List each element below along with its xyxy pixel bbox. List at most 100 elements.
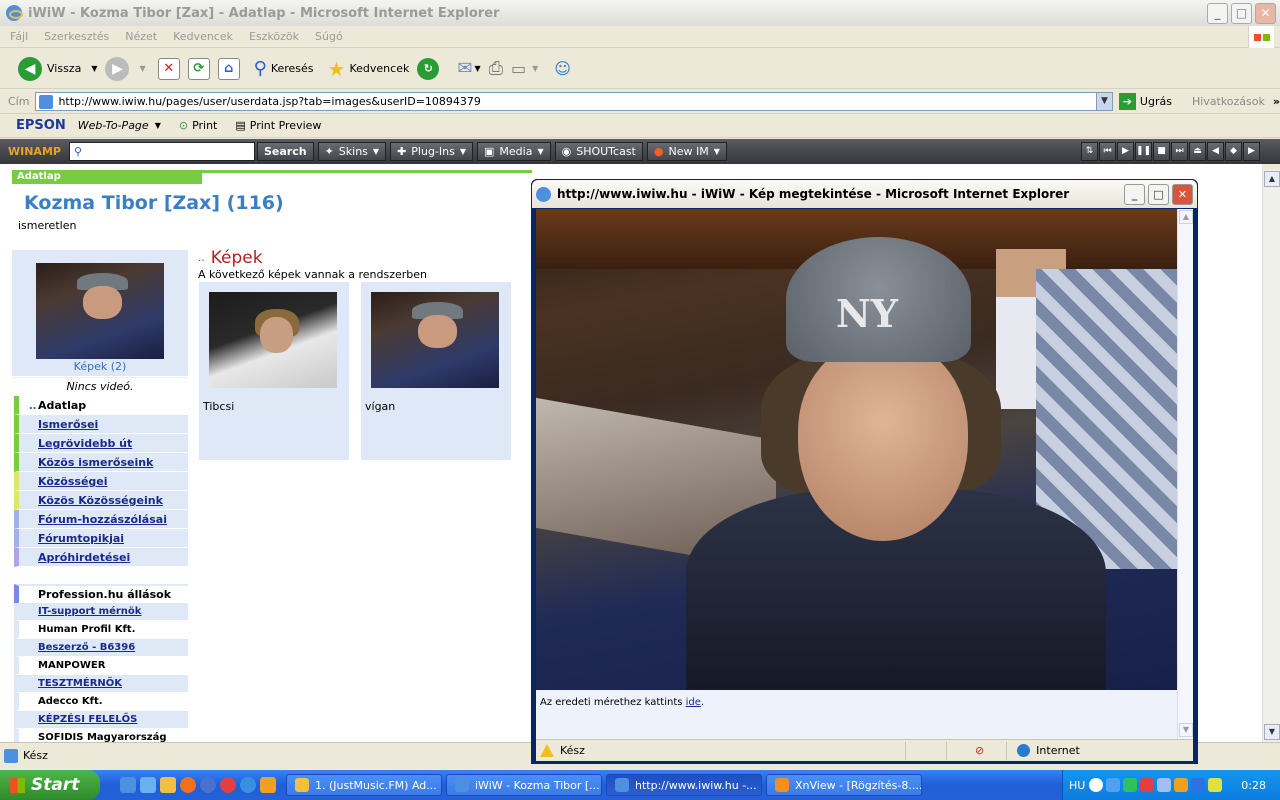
popup-scroll-down-icon[interactable]: ▼	[1179, 723, 1193, 737]
taskbar-button[interactable]: iWiW - Kozma Tibor [...	[446, 774, 602, 796]
next-track-icon[interactable]: ⏭	[1171, 142, 1188, 161]
home-icon[interactable]: ⌂	[217, 57, 240, 80]
tray-expand-icon[interactable]	[1089, 778, 1104, 792]
prev-track-icon[interactable]: ⏮	[1099, 142, 1116, 161]
epson-product[interactable]: Web-To-Page	[78, 119, 149, 132]
gallery-thumbnail[interactable]	[371, 292, 499, 388]
security-tray-icon[interactable]	[1140, 778, 1155, 792]
page-scrollbar[interactable]: ▲ ▼	[1262, 170, 1280, 742]
maximize-button[interactable]: □	[1231, 3, 1252, 24]
winamp-newim-button[interactable]: ● New IM ▼	[646, 142, 727, 161]
ie2-quicklaunch-icon[interactable]	[240, 777, 256, 793]
popup-scroll-up-icon[interactable]: ▲	[1179, 210, 1193, 224]
menu-favorites[interactable]: Kedvencek	[173, 30, 233, 43]
search-button[interactable]: ⚲ Keresés	[254, 58, 314, 79]
original-size-link[interactable]: ide	[686, 697, 701, 708]
desktop-quicklaunch-icon[interactable]	[140, 777, 156, 793]
scroll-up-icon[interactable]: ▲	[1264, 171, 1280, 187]
popup-close-button[interactable]: ✕	[1172, 183, 1193, 205]
menu-view[interactable]: Nézet	[125, 30, 157, 43]
winamp-quicklaunch-icon[interactable]	[260, 777, 276, 793]
messenger-tray-icon[interactable]	[1174, 778, 1189, 792]
pause-icon[interactable]: ❚❚	[1135, 142, 1152, 161]
job-link[interactable]: IT-support mérnök	[14, 603, 188, 621]
popup-maximize-button[interactable]: □	[1148, 183, 1169, 205]
firefox-quicklaunch-icon[interactable]	[180, 777, 196, 793]
bluetooth-tray-icon[interactable]	[1191, 778, 1206, 792]
play-icon[interactable]: ▶	[1117, 142, 1134, 161]
taskbar-button-active[interactable]: http://www.iwiw.hu -...	[606, 774, 762, 796]
history-icon[interactable]: ↻	[417, 57, 440, 80]
menu-tools[interactable]: Eszközök	[249, 30, 299, 43]
language-indicator[interactable]: HU	[1069, 779, 1085, 792]
ie-quicklaunch-icon[interactable]	[120, 777, 136, 793]
epson-dropdown-icon[interactable]: ▼	[155, 121, 161, 130]
profile-photo[interactable]	[36, 263, 164, 359]
nav-legrovidebb-ut[interactable]: Legrövidebb út	[14, 434, 188, 453]
popup-blocked-icon[interactable]: ⊘	[975, 744, 984, 757]
edit-dropdown-icon[interactable]: ▼	[532, 64, 538, 73]
print-preview-button[interactable]: Print Preview	[250, 119, 322, 132]
job-link[interactable]: KÉPZÉSI FELELŐS	[14, 711, 188, 729]
epson-print-button[interactable]: Print	[192, 119, 217, 132]
network-tray-icon[interactable]	[1106, 778, 1121, 792]
forward-button[interactable]: ▶ ▼	[105, 56, 146, 81]
forward-dropdown-icon[interactable]: ▼	[139, 64, 145, 73]
address-dropdown-icon[interactable]: ▼	[1095, 93, 1112, 110]
winamp-menu-icon[interactable]: ⇅	[1081, 142, 1098, 161]
tab-adatlap[interactable]: Adatlap	[12, 170, 202, 184]
nav-kozos-ismeroseink[interactable]: Közös ismerőseink	[14, 453, 188, 472]
nav-ismerosei[interactable]: Ismerősei	[14, 415, 188, 434]
back-button[interactable]: ◀ Vissza ▼	[18, 56, 97, 81]
winamp-search-input[interactable]: ⚲	[68, 142, 255, 161]
winamp-plugins-button[interactable]: ✚ Plug-Ins ▼	[390, 142, 473, 161]
stop-icon[interactable]: ✕	[157, 57, 180, 80]
taskbar-button[interactable]: 1. (JustMusic.FM) Ad...	[286, 774, 442, 796]
edit-icon[interactable]: ▭	[511, 59, 526, 78]
volume-tray-icon[interactable]	[1208, 778, 1223, 792]
monitor-tray-icon[interactable]	[1157, 778, 1172, 792]
clock[interactable]: 0:28	[1241, 779, 1266, 792]
mail-icon[interactable]: ✉	[457, 58, 472, 79]
gallery-thumbnail[interactable]	[209, 292, 337, 388]
scroll-down-icon[interactable]: ▼	[1264, 724, 1280, 740]
nav-adatlap[interactable]: Adatlap	[14, 396, 188, 415]
job-link[interactable]: Beszerző - B6396	[14, 639, 188, 657]
winamp-shoutcast-button[interactable]: ◉ SHOUTcast	[554, 142, 643, 161]
links-label[interactable]: Hivatkozások	[1192, 95, 1265, 108]
menu-help[interactable]: Súgó	[315, 30, 343, 43]
taskbar-button[interactable]: XnView - [Rögzítés-8....	[766, 774, 922, 796]
full-photo[interactable]: NY	[536, 209, 1177, 690]
close-button[interactable]: ✕	[1255, 3, 1276, 24]
popup-scrollbar[interactable]: ▲ ▼	[1177, 209, 1193, 739]
volume-icon[interactable]: ◆	[1225, 142, 1242, 161]
folder-quicklaunch-icon[interactable]	[160, 777, 176, 793]
media-player-quicklaunch-icon[interactable]	[200, 777, 216, 793]
volume-up-icon[interactable]: ▶	[1243, 142, 1260, 161]
volume-down-icon[interactable]: ◀	[1207, 142, 1224, 161]
winamp-skins-button[interactable]: ✦ Skins ▼	[317, 142, 387, 161]
stop-track-icon[interactable]: ■	[1153, 142, 1170, 161]
winamp-search-button[interactable]: Search	[256, 142, 314, 161]
job-link[interactable]: TESZTMÉRNÖK	[14, 675, 188, 693]
eject-icon[interactable]: ⏏	[1189, 142, 1206, 161]
start-button[interactable]: Start	[0, 770, 100, 800]
photos-link[interactable]: Képek (2)	[12, 360, 188, 373]
winamp-media-button[interactable]: ▣ Media ▼	[477, 142, 551, 161]
messenger-icon[interactable]: ☺	[554, 59, 571, 78]
print-icon[interactable]: ⎙	[489, 58, 503, 79]
nav-kozos-kozossegeink[interactable]: Közös Közösségeink	[14, 491, 188, 510]
opera-quicklaunch-icon[interactable]	[220, 777, 236, 793]
nav-aprohirdetesei[interactable]: Apróhirdetései	[14, 548, 188, 567]
back-dropdown-icon[interactable]: ▼	[91, 64, 97, 73]
go-button[interactable]: ➔ Ugrás	[1118, 93, 1172, 110]
menu-edit[interactable]: Szerkesztés	[44, 30, 109, 43]
minimize-button[interactable]: _	[1207, 3, 1228, 24]
mail-dropdown-icon[interactable]: ▼	[474, 64, 480, 73]
refresh-icon[interactable]: ⟳	[187, 57, 210, 80]
popup-minimize-button[interactable]: _	[1124, 183, 1145, 205]
menu-file[interactable]: Fájl	[10, 30, 28, 43]
nav-forum-hozzaszolasai[interactable]: Fórum-hozzászólásai	[14, 510, 188, 529]
links-chevron-icon[interactable]: »	[1273, 95, 1280, 108]
nav-kozossegei[interactable]: Közösségei	[14, 472, 188, 491]
